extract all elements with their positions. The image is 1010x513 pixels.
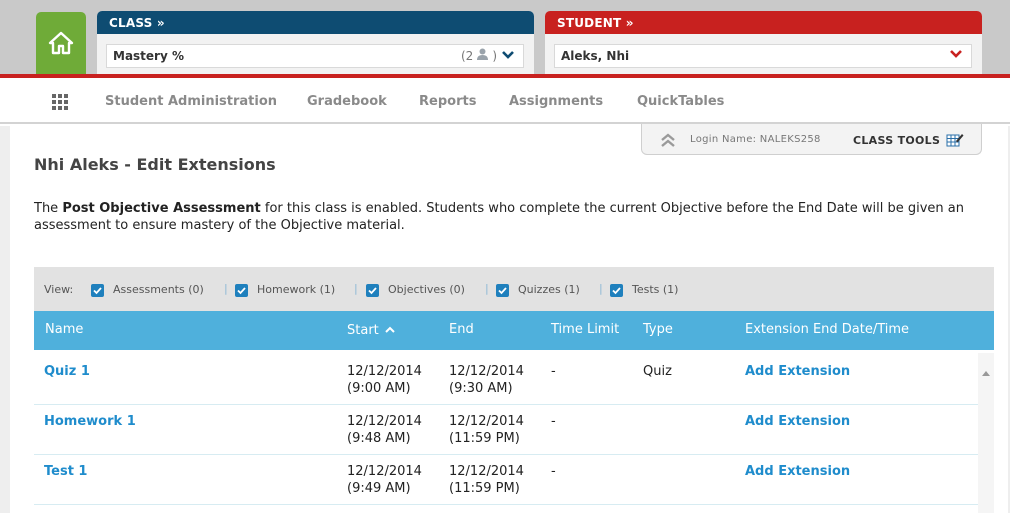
start-date: 12/12/2014 <box>347 414 422 429</box>
nav-assignments[interactable]: Assignments <box>509 94 603 109</box>
filter-assessments-label[interactable]: Assessments (0) <box>113 283 204 296</box>
row-time-limit: - <box>551 364 556 379</box>
nav-gradebook[interactable]: Gradebook <box>307 94 387 109</box>
filter-separator: | <box>599 282 603 295</box>
student-panel: STUDENT » Aleks, Nhi <box>545 11 982 78</box>
login-tools-bar: Login Name: NALEKS258 CLASS TOOLS <box>641 124 982 155</box>
table-row: Quiz 1 12/12/2014 (9:00 AM) 12/12/2014 (9:… <box>34 355 978 405</box>
table-row: Homework 1 12/12/2014 (9:48 AM) 12/12/201… <box>34 405 978 455</box>
class-header-label[interactable]: CLASS » <box>97 11 534 34</box>
view-filter-bar: View: Assessments (0) | Homework (1) | O… <box>34 267 994 311</box>
info-paragraph: The Post Objective Assessment for this c… <box>34 200 984 234</box>
column-header-extension[interactable]: Extension End Date/Time <box>745 322 909 337</box>
column-header-end[interactable]: End <box>449 322 474 337</box>
filter-homework-label[interactable]: Homework (1) <box>257 283 335 296</box>
student-header-label[interactable]: STUDENT » <box>545 11 982 34</box>
end-time: (11:59 PM) <box>449 481 520 496</box>
class-tools-button[interactable]: CLASS TOOLS <box>853 132 964 150</box>
end-date: 12/12/2014 <box>449 464 524 479</box>
view-label: View: <box>44 283 74 296</box>
table-row: Test 1 12/12/2014 (9:49 AM) 12/12/2014 (11… <box>34 455 978 505</box>
nav-reports[interactable]: Reports <box>419 94 476 109</box>
nav-student-administration[interactable]: Student Administration <box>105 94 277 109</box>
column-header-time-limit[interactable]: Time Limit <box>551 322 619 337</box>
grid-menu-icon[interactable] <box>52 94 68 110</box>
chevron-down-icon[interactable] <box>501 49 515 63</box>
row-end: 12/12/2014 (11:59 PM) <box>449 413 524 447</box>
end-time: (9:30 AM) <box>449 381 513 396</box>
filter-tests-label[interactable]: Tests (1) <box>632 283 678 296</box>
end-time: (11:59 PM) <box>449 431 520 446</box>
row-time-limit: - <box>551 414 556 429</box>
row-end: 12/12/2014 (9:30 AM) <box>449 363 524 397</box>
row-start: 12/12/2014 (9:48 AM) <box>347 413 422 447</box>
login-name: Login Name: NALEKS258 <box>690 134 821 145</box>
info-bold: Post Objective Assessment <box>62 201 261 216</box>
row-end: 12/12/2014 (11:59 PM) <box>449 463 524 497</box>
checkbox-quizzes[interactable] <box>496 284 509 297</box>
table-scrollbar[interactable] <box>978 353 994 513</box>
class-selected-value: Mastery % <box>113 49 184 63</box>
add-extension-link[interactable]: Add Extension <box>745 413 850 430</box>
student-selected-value: Aleks, Nhi <box>561 49 630 63</box>
column-header-start[interactable]: Start <box>347 322 395 338</box>
nav-quicktables[interactable]: QuickTables <box>637 94 724 109</box>
filter-objectives-label[interactable]: Objectives (0) <box>388 283 465 296</box>
column-header-name[interactable]: Name <box>45 322 83 337</box>
start-date: 12/12/2014 <box>347 464 422 479</box>
end-date: 12/12/2014 <box>449 414 524 429</box>
filter-separator: | <box>354 282 358 295</box>
row-type: Quiz <box>643 364 672 379</box>
table-header: Name Start End Time Limit Type Extension… <box>34 311 994 350</box>
main-nav: Student Administration Gradebook Reports… <box>0 78 1010 124</box>
start-time: (9:00 AM) <box>347 381 411 396</box>
class-count-close: ) <box>492 48 497 63</box>
row-start: 12/12/2014 (9:00 AM) <box>347 363 422 397</box>
start-date: 12/12/2014 <box>347 364 422 379</box>
top-header: CLASS » Mastery % (2 ) STUDENT » Aleks, … <box>0 0 1010 78</box>
checkbox-assessments[interactable] <box>91 284 104 297</box>
end-date: 12/12/2014 <box>449 364 524 379</box>
user-icon <box>477 48 489 63</box>
class-panel: CLASS » Mastery % (2 ) <box>97 11 534 78</box>
class-tools-label: CLASS TOOLS <box>853 134 941 147</box>
scroll-up-icon[interactable] <box>982 361 990 380</box>
checkbox-homework[interactable] <box>235 284 248 297</box>
row-start: 12/12/2014 (9:49 AM) <box>347 463 422 497</box>
start-time: (9:49 AM) <box>347 481 411 496</box>
info-prefix: The <box>34 201 63 216</box>
chevron-down-icon[interactable] <box>949 48 963 62</box>
sort-asc-icon <box>385 322 395 337</box>
row-name-link[interactable]: Test 1 <box>44 463 87 480</box>
filter-separator: | <box>485 282 489 295</box>
row-time-limit: - <box>551 464 556 479</box>
checkbox-objectives[interactable] <box>366 284 379 297</box>
home-icon <box>48 31 74 59</box>
student-select[interactable]: Aleks, Nhi <box>554 44 972 68</box>
column-header-type[interactable]: Type <box>643 322 673 337</box>
edit-table-icon <box>946 132 964 150</box>
add-extension-link[interactable]: Add Extension <box>745 363 850 380</box>
column-header-start-label: Start <box>347 323 379 338</box>
page-title: Nhi Aleks - Edit Extensions <box>34 155 276 174</box>
home-button[interactable] <box>36 12 86 78</box>
add-extension-link[interactable]: Add Extension <box>745 463 850 480</box>
double-chevron-up-icon[interactable] <box>660 132 676 152</box>
class-student-count: (2 <box>460 48 474 63</box>
class-select[interactable]: Mastery % (2 ) <box>106 44 524 68</box>
row-name-link[interactable]: Quiz 1 <box>44 363 90 380</box>
filter-quizzes-label[interactable]: Quizzes (1) <box>518 283 580 296</box>
row-name-link[interactable]: Homework 1 <box>44 413 136 430</box>
filter-separator: | <box>224 282 228 295</box>
checkbox-tests[interactable] <box>610 284 623 297</box>
start-time: (9:48 AM) <box>347 431 411 446</box>
